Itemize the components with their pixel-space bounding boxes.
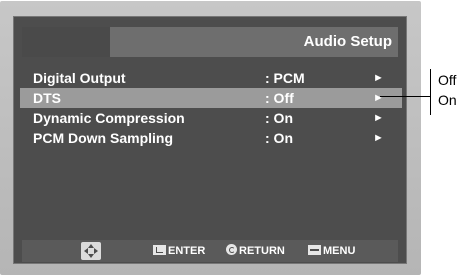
arrow-right-icon: ► [373, 112, 384, 124]
menu-item-pcm-down-sampling[interactable]: PCM Down Sampling : On ► [20, 128, 402, 148]
arrow-right-icon: ► [373, 132, 384, 144]
menu-label: MENU [323, 245, 356, 257]
return-icon [226, 244, 237, 255]
page-title: Audio Setup [303, 33, 392, 50]
menu-item-label: Digital Output [33, 70, 126, 86]
callout-option-off: Off [438, 72, 457, 88]
callout-leader-line [380, 96, 430, 97]
return-hint: RETURN [226, 240, 285, 262]
menu-item-label: DTS [33, 90, 61, 106]
direction-pad-icon [81, 242, 101, 260]
menu-icon [308, 245, 321, 255]
menu-item-dts[interactable]: DTS : Off ► [20, 88, 402, 108]
callout-bracket [430, 69, 431, 115]
menu-item-value: : On [265, 130, 293, 146]
tv-bezel: Audio Setup Digital Output : PCM ► DTS :… [0, 1, 421, 275]
menu-item-value: : On [265, 110, 293, 126]
return-label: RETURN [239, 245, 285, 257]
arrow-right-icon: ► [373, 72, 384, 84]
menu-item-dynamic-compression[interactable]: Dynamic Compression : On ► [20, 108, 402, 128]
menu-header: Audio Setup [22, 27, 398, 57]
osd-screen: Audio Setup Digital Output : PCM ► DTS :… [13, 16, 407, 264]
menu-hint: MENU [308, 240, 355, 262]
menu-item-label: PCM Down Sampling [33, 130, 173, 146]
menu-item-label: Dynamic Compression [33, 110, 185, 126]
enter-hint: ENTER [153, 240, 205, 262]
header-dark-block [22, 27, 110, 57]
enter-label: ENTER [168, 245, 206, 257]
menu-item-value: : Off [265, 90, 294, 106]
callout-option-on: On [438, 92, 457, 108]
menu-item-value: : PCM [265, 70, 305, 86]
footer-hints: ENTER RETURN MENU [22, 240, 398, 262]
settings-menu: Digital Output : PCM ► DTS : Off ► Dynam… [20, 68, 402, 148]
arrow-right-icon: ► [373, 92, 384, 104]
menu-item-digital-output[interactable]: Digital Output : PCM ► [20, 68, 402, 88]
enter-icon [153, 245, 166, 255]
